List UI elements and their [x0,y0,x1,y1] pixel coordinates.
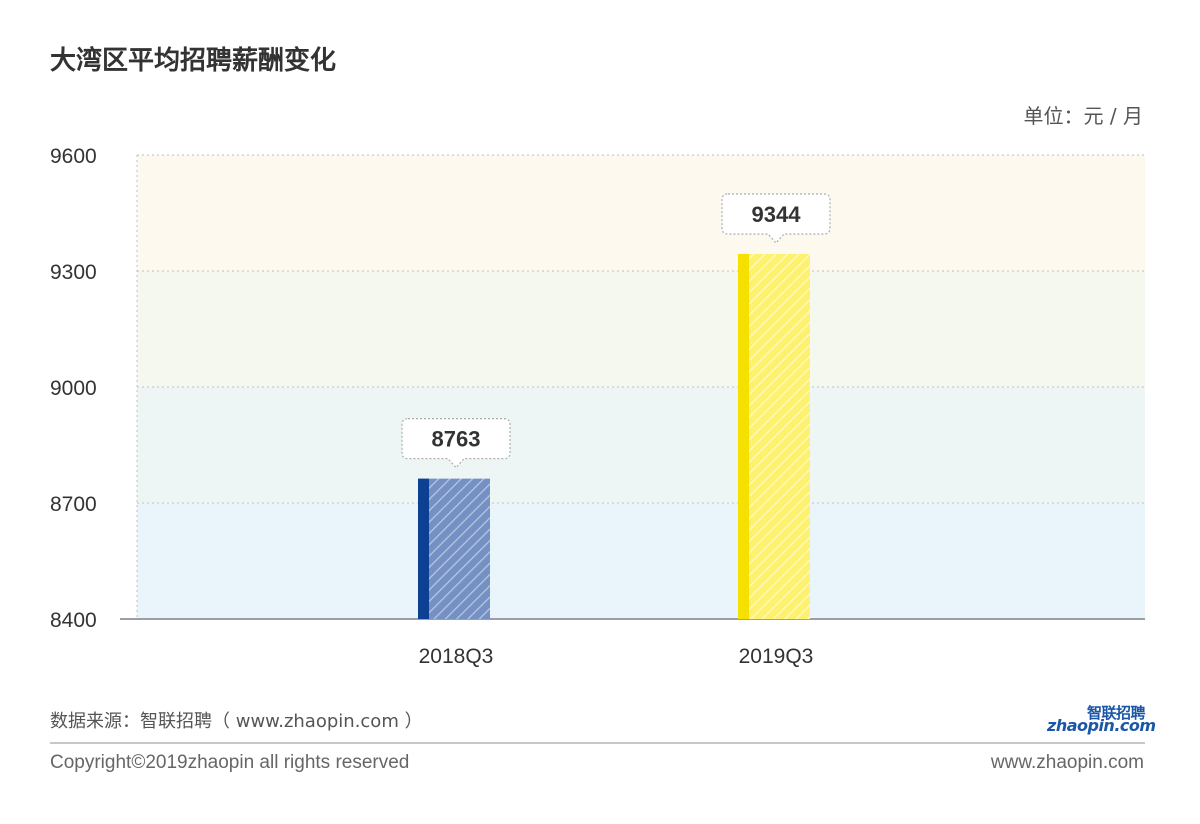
background-band [137,155,1145,271]
background-band [137,503,1145,619]
y-tick-label: 8400 [50,609,97,632]
bar-chart: 8400 8700 9000 9300 9600 8763 9344 2018Q3 2019… [50,145,1145,668]
background-band [137,271,1145,387]
footer-divider [50,742,1145,744]
zhaopin-logo: 智联招聘 zhaopin.com [1045,700,1156,744]
y-tick-label: 8700 [50,493,97,516]
website-link[interactable]: www.zhaopin.com [991,752,1144,774]
logo-en: zhaopin.com [1047,716,1156,735]
data-label: 9344 [752,202,802,227]
y-tick-label: 9300 [50,261,97,284]
bar-edge [418,478,429,619]
x-tick-label: 2018Q3 [419,645,494,668]
background-band [137,387,1145,503]
x-tick-label: 2019Q3 [739,645,814,668]
source-note: 数据来源：智联招聘（ www.zhaopin.com ） [50,711,423,732]
bar-edge [738,253,749,619]
copyright-text: Copyright©2019zhaopin all rights reserve… [50,752,410,773]
y-tick-label: 9600 [50,145,97,168]
data-label: 8763 [432,427,481,452]
y-tick-label: 9000 [50,377,97,400]
